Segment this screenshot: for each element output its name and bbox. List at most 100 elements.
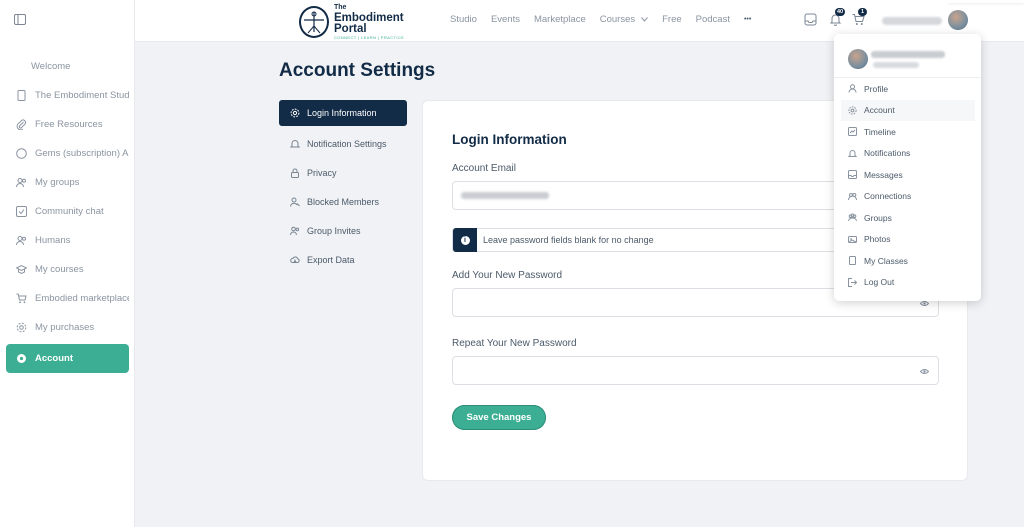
menu-item-label: Photos xyxy=(864,234,891,245)
circle-icon xyxy=(16,148,27,159)
sidebar-item-my-groups[interactable]: My groups xyxy=(6,168,129,197)
tab-notification-settings[interactable]: Notification Settings xyxy=(279,129,407,158)
menu-item-log-out[interactable]: Log Out xyxy=(841,272,975,294)
sidebar-item-label: Free Resources xyxy=(35,119,103,130)
new-password-label: Add Your New Password xyxy=(452,270,563,281)
menu-item-notifications[interactable]: Notifications xyxy=(841,143,975,165)
cloud-download-icon xyxy=(290,255,300,265)
sidebar-item-free-resources[interactable]: Free Resources xyxy=(6,110,129,139)
sidebar-item-embodied-marketplace[interactable]: Embodied marketplace xyxy=(6,284,129,313)
sidebar-item-my-courses[interactable]: My courses xyxy=(6,255,129,284)
sidebar-item-gems[interactable]: Gems (subscription) A... xyxy=(6,139,129,168)
gear-icon xyxy=(16,353,27,364)
connections-icon xyxy=(848,192,857,201)
lock-icon xyxy=(290,168,300,178)
sidebar-item-welcome[interactable]: Welcome xyxy=(6,52,129,81)
menu-item-groups[interactable]: Groups xyxy=(841,207,975,229)
menu-item-label: Log Out xyxy=(864,277,895,288)
menu-item-my-classes[interactable]: My Classes xyxy=(841,250,975,272)
email-label: Account Email xyxy=(452,163,516,174)
users-icon xyxy=(290,226,300,236)
menu-item-label: Notifications xyxy=(864,148,911,159)
tab-label: Blocked Members xyxy=(307,196,380,207)
topnav-free[interactable]: Free xyxy=(662,14,682,25)
topnav-studio[interactable]: Studio xyxy=(450,14,477,25)
repeat-password-field[interactable] xyxy=(452,356,939,385)
tab-label: Login Information xyxy=(307,108,377,118)
menu-item-messages[interactable]: Messages xyxy=(841,164,975,186)
users-icon xyxy=(848,213,857,222)
menu-item-photos[interactable]: Photos xyxy=(841,229,975,251)
user-block-icon xyxy=(290,197,300,207)
logo-tagline: CONNECT | LEARN | PRACTICE xyxy=(334,34,405,40)
menu-item-label: My Classes xyxy=(864,255,908,266)
site-logo[interactable]: The Embodiment Portal CONNECT | LEARN | … xyxy=(299,3,409,41)
sidebar-item-my-purchases[interactable]: My purchases xyxy=(6,313,129,342)
sidebar-item-label: Welcome xyxy=(31,61,71,72)
user-name-redacted xyxy=(871,51,945,58)
menu-item-timeline[interactable]: Timeline xyxy=(841,121,975,143)
sidebar-toggle-icon[interactable] xyxy=(14,14,26,25)
dropdown-user-header[interactable] xyxy=(834,34,981,78)
sidebar-item-label: My groups xyxy=(35,177,80,188)
bell-icon xyxy=(290,139,300,149)
topnav-events[interactable]: Events xyxy=(491,14,520,25)
sidebar-item-label: Community chat xyxy=(35,206,104,217)
menu-item-label: Groups xyxy=(864,212,892,223)
sidebar-item-label: Embodied marketplace xyxy=(35,293,129,304)
info-icon: i xyxy=(453,228,477,252)
notifications-badge: 40 xyxy=(835,8,846,16)
vitruvian-logo-icon xyxy=(299,5,329,38)
inbox-icon[interactable] xyxy=(804,13,817,26)
menu-item-connections[interactable]: Connections xyxy=(841,186,975,208)
sidebar-item-account[interactable]: Account xyxy=(6,344,129,373)
topnav-more[interactable]: ••• xyxy=(744,14,751,25)
users-icon xyxy=(16,177,27,188)
tab-label: Privacy xyxy=(307,167,337,178)
topnav-marketplace[interactable]: Marketplace xyxy=(534,14,586,25)
tab-blocked-members[interactable]: Blocked Members xyxy=(279,187,407,216)
sidebar-item-label: Gems (subscription) A... xyxy=(35,148,129,159)
tab-export-data[interactable]: Export Data xyxy=(279,245,407,274)
sidebar-item-community-chat[interactable]: Community chat xyxy=(6,197,129,226)
cart-badge: 1 xyxy=(858,8,867,16)
cart-icon[interactable]: 1 xyxy=(852,8,867,26)
username-redacted[interactable] xyxy=(882,17,942,25)
timeline-icon xyxy=(848,127,857,137)
tab-group-invites[interactable]: Group Invites xyxy=(279,216,407,245)
tab-label: Export Data xyxy=(307,254,355,265)
menu-item-label: Account xyxy=(864,105,895,116)
users-icon xyxy=(16,235,27,246)
eye-icon[interactable] xyxy=(920,367,929,376)
user-icon xyxy=(848,84,857,93)
tab-privacy[interactable]: Privacy xyxy=(279,158,407,187)
save-changes-button[interactable]: Save Changes xyxy=(452,405,546,430)
gear-icon xyxy=(16,322,27,333)
logo-text: The Embodiment Portal CONNECT | LEARN | … xyxy=(334,3,404,41)
menu-item-profile[interactable]: Profile xyxy=(841,78,975,100)
left-sidebar: Welcome The Embodiment Studio Free Resou… xyxy=(0,0,135,527)
avatar xyxy=(848,49,868,69)
sidebar-item-embodiment-studio[interactable]: The Embodiment Studio xyxy=(6,81,129,110)
menu-item-account[interactable]: Account xyxy=(841,99,975,121)
gear-icon xyxy=(848,106,857,115)
bell-icon[interactable]: 40 xyxy=(829,8,846,26)
logo-line1: Embodiment xyxy=(334,11,404,24)
settings-subnav: Login Information Notification Settings … xyxy=(279,100,407,274)
sidebar-item-label: The Embodiment Studio xyxy=(35,90,129,101)
topnav-courses[interactable]: Courses xyxy=(600,14,648,25)
logo-the: The xyxy=(334,3,347,11)
logo-line2: Portal xyxy=(334,22,367,35)
sidebar-item-humans[interactable]: Humans xyxy=(6,226,129,255)
email-value-redacted xyxy=(461,192,549,199)
tab-label: Notification Settings xyxy=(307,138,387,149)
dropdown-list: Profile Account Timeline Notifications M… xyxy=(841,78,975,293)
logout-icon xyxy=(848,277,857,287)
menu-item-label: Messages xyxy=(864,169,903,180)
topnav-podcast[interactable]: Podcast xyxy=(696,14,730,25)
tab-login-information[interactable]: Login Information xyxy=(279,100,407,126)
form-title: Login Information xyxy=(452,132,567,147)
user-avatar[interactable] xyxy=(948,10,968,30)
top-right-tab xyxy=(948,0,1024,3)
graduation-cap-icon xyxy=(16,264,27,275)
